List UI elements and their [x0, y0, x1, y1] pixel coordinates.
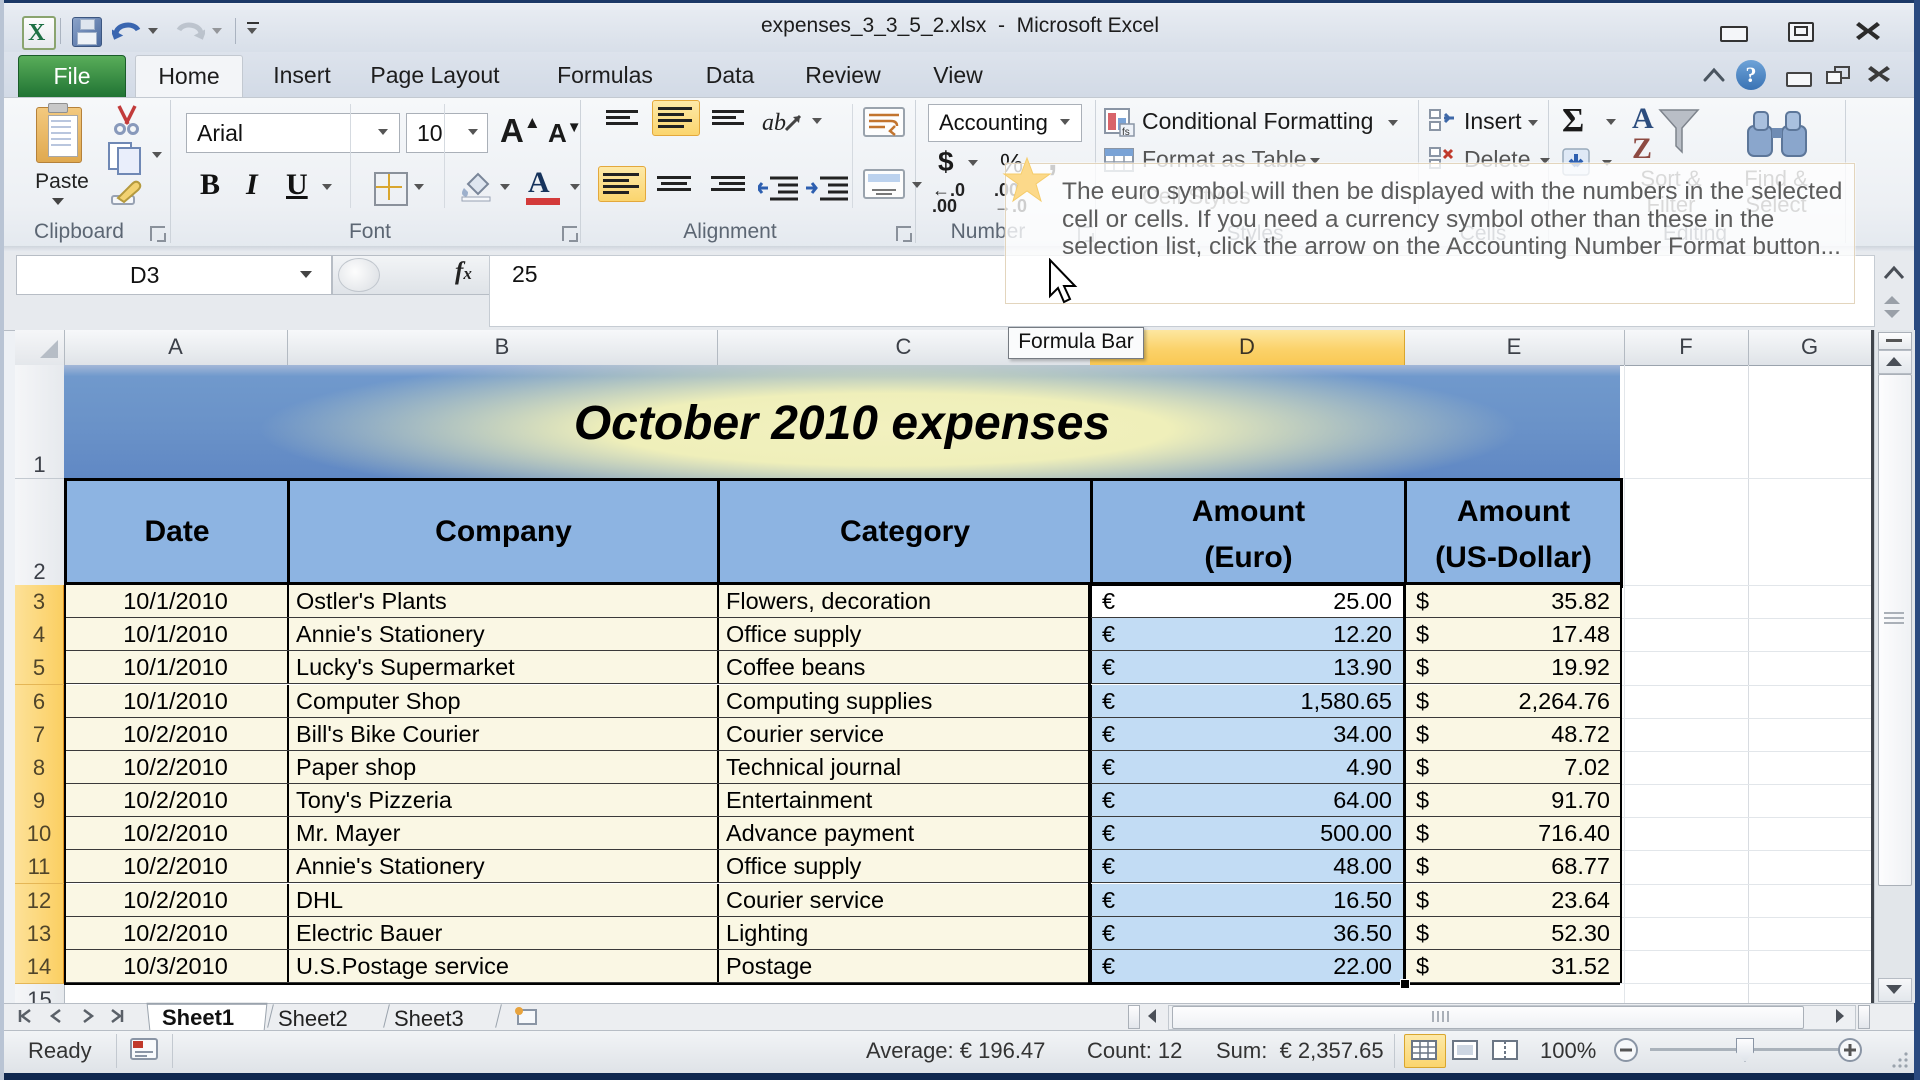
svg-text:Z: Z — [1632, 132, 1652, 164]
svg-text:fs: fs — [1122, 127, 1130, 138]
svg-text:A: A — [1632, 102, 1654, 135]
svg-text:ab: ab — [762, 110, 786, 136]
